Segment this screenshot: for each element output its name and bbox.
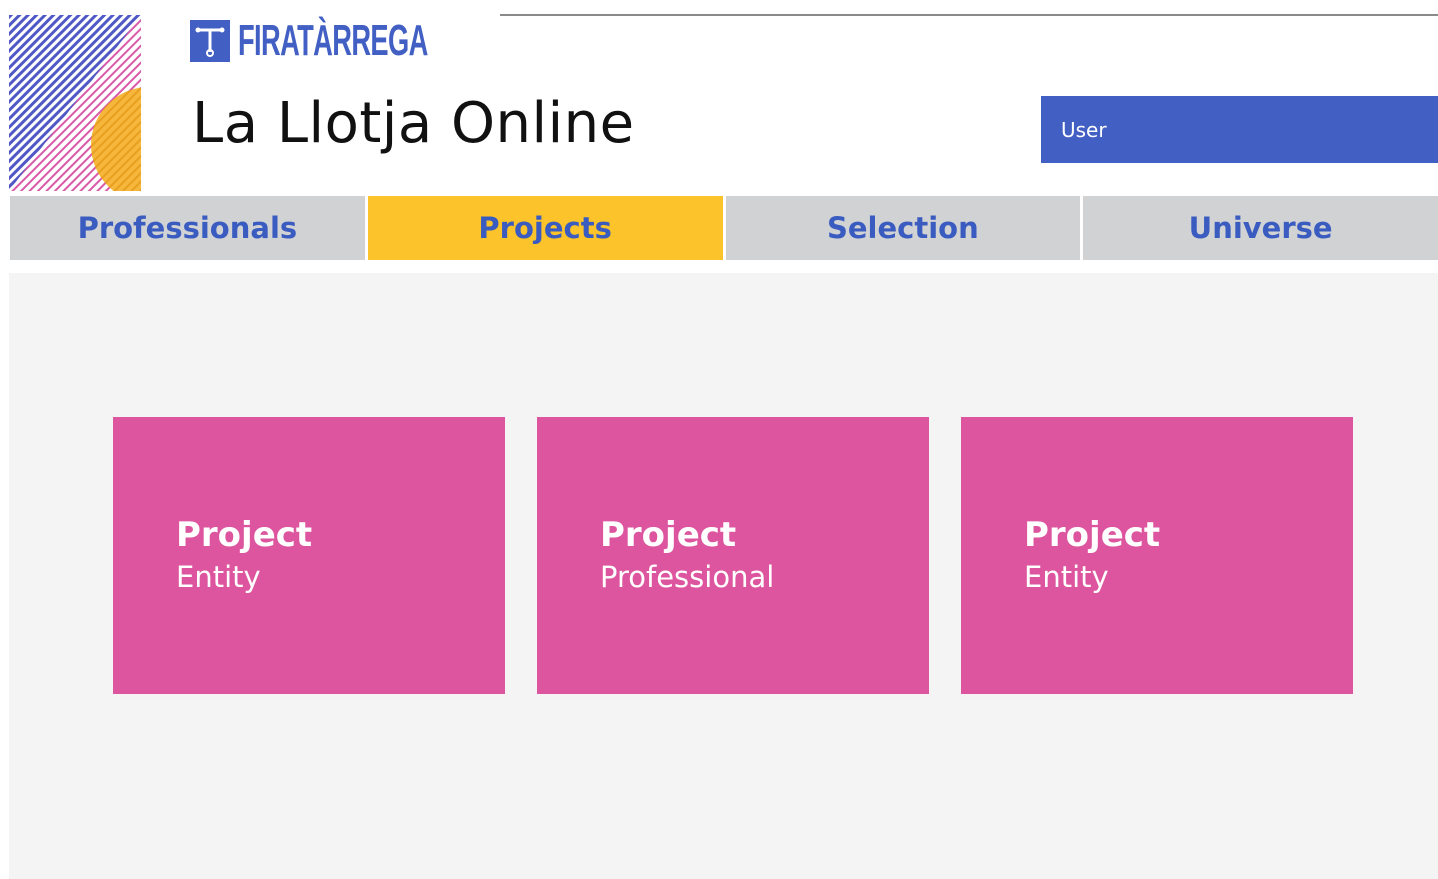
card-subtitle: Entity <box>176 560 261 594</box>
tab-label: Selection <box>827 211 979 245</box>
logo-wordmark: FIRATÀRREGA <box>238 16 428 65</box>
project-card-entity-2[interactable]: Project Entity <box>961 417 1353 694</box>
card-subtitle: Professional <box>600 560 775 594</box>
tab-label: Universe <box>1188 211 1333 245</box>
project-card-entity[interactable]: Project Entity <box>113 417 505 694</box>
tab-label: Projects <box>478 211 612 245</box>
user-button[interactable]: User <box>1041 96 1438 163</box>
card-title: Project <box>176 515 313 555</box>
site-title: La Llotja Online <box>192 91 635 156</box>
card-title: Project <box>1024 515 1161 555</box>
user-label: User <box>1061 117 1107 142</box>
tab-projects[interactable]: Projects <box>367 196 723 260</box>
main-nav: Professionals Projects Selection Univers… <box>10 196 1438 260</box>
decorative-pattern-graphic <box>9 15 141 191</box>
tab-label: Professionals <box>77 211 298 245</box>
content-area: Project Entity Project Professional Proj… <box>9 273 1438 879</box>
project-card-professional[interactable]: Project Professional <box>537 417 929 694</box>
tab-universe[interactable]: Universe <box>1083 196 1438 260</box>
tab-selection[interactable]: Selection <box>725 196 1081 260</box>
logo-t-icon <box>190 20 230 62</box>
tab-professionals[interactable]: Professionals <box>10 196 365 260</box>
header-divider <box>500 14 1438 16</box>
card-subtitle: Entity <box>1024 560 1109 594</box>
project-card-list: Project Entity Project Professional Proj… <box>113 417 1353 694</box>
firatarrega-logo[interactable]: FIRATÀRREGA <box>190 18 544 64</box>
card-title: Project <box>600 515 737 555</box>
page: FIRATÀRREGA La Llotja Online User Profes… <box>0 0 1438 879</box>
